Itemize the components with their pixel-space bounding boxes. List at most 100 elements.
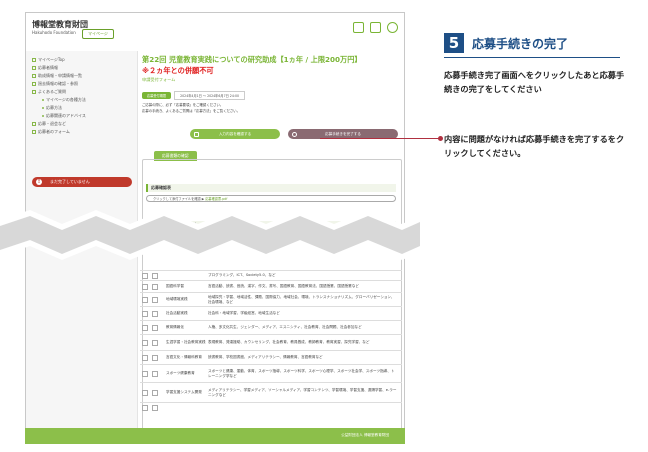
row-category: 生涯学習・社会教育実践 bbox=[166, 340, 206, 345]
torn-divider bbox=[0, 210, 420, 260]
sidebar-item-label: 過去情報の確認・参照 bbox=[38, 81, 78, 86]
table-row: 生涯学習・社会教育実践 表現教育、発達援助、カウンセリング、社会教育、教員養成、教… bbox=[140, 334, 402, 350]
square-icon bbox=[32, 66, 36, 70]
row-checkbox[interactable] bbox=[152, 296, 158, 303]
row-checkbox[interactable] bbox=[152, 354, 158, 361]
home-icon[interactable] bbox=[353, 22, 364, 33]
brand-logo[interactable]: 博報堂教育財団 bbox=[32, 19, 88, 30]
file-row-confirmation[interactable]: クリックして添付ファイルを確認 ▶ 応募確認票.pdf bbox=[146, 195, 396, 202]
complete-button-label: 応募手続きを完了する bbox=[325, 132, 361, 136]
section-confirmation: 応募確認表 bbox=[146, 184, 396, 192]
page-note: ※２ヵ年との併願不可 bbox=[142, 66, 214, 75]
table-row: 社会活動実践 社会科・地域学習、学級経営、地域生活など bbox=[140, 306, 402, 320]
bullet-icon bbox=[42, 115, 44, 117]
topbar: 博報堂教育財団 Hakuhodo Foundation マイページ bbox=[26, 13, 404, 51]
step-number: 5 bbox=[444, 33, 464, 53]
sidebar-item-label: 応募方法 bbox=[46, 105, 62, 110]
row-category: 言語文化・情報科教育 bbox=[166, 355, 202, 360]
sidebar-item[interactable]: 応募関連のアドバイス bbox=[26, 112, 137, 120]
row-checkbox[interactable] bbox=[142, 272, 148, 279]
table-row: 言語文化・情報科教育 読書教育、学校図書館、メディアリテラシー、情報教育、言語教育… bbox=[140, 350, 402, 364]
row-checkbox[interactable] bbox=[142, 310, 148, 317]
row-category: スポーツ健康教育 bbox=[166, 371, 195, 376]
check-circle-icon bbox=[292, 131, 297, 137]
row-checkbox[interactable] bbox=[152, 404, 158, 411]
sidebar-item[interactable]: マイページTop bbox=[26, 56, 137, 64]
sidebar-item[interactable]: マイページの各種方法 bbox=[26, 96, 137, 104]
row-checkbox[interactable] bbox=[152, 310, 158, 317]
form-link[interactable]: 申請受付フォーム bbox=[142, 77, 175, 83]
row-checkbox[interactable] bbox=[142, 354, 148, 361]
row-checkbox[interactable] bbox=[142, 404, 148, 411]
row-keywords: メディアリテラシー、学習メディア、ソーシャルメディア、学習コンテンツ、学習環境、… bbox=[208, 387, 397, 397]
square-icon bbox=[32, 82, 36, 86]
row-checkbox[interactable] bbox=[152, 324, 158, 331]
sidebar-item[interactable]: よくあるご質問 bbox=[26, 88, 137, 96]
row-category: 学習支援システム開発 bbox=[166, 390, 202, 395]
row-checkbox[interactable] bbox=[152, 370, 158, 377]
instruction-text-1: 応募手続き完了画面へをクリックしたあと応募手続きの完了をしてください bbox=[444, 70, 625, 94]
step-title: 応募手続きの完了 bbox=[472, 36, 569, 51]
square-icon bbox=[32, 58, 36, 62]
row-checkbox[interactable] bbox=[152, 283, 158, 290]
row-keywords: 表現教育、発達援助、カウンセリング、社会教育、教員養成、教師教育、教育実習、探究… bbox=[208, 340, 370, 345]
footer-text: 公益財団法人 博報堂教育財団 bbox=[341, 433, 389, 437]
square-icon bbox=[32, 74, 36, 78]
brand-subtitle: Hakuhodo Foundation bbox=[32, 30, 76, 35]
row-checkbox[interactable] bbox=[152, 339, 158, 346]
table-row: スポーツ健康教育 スポーツと健康、運動、体育、スポーツ指導、スポーツ科学、スポーツ… bbox=[140, 364, 402, 382]
square-icon bbox=[32, 90, 36, 94]
top-icons bbox=[353, 22, 398, 33]
row-keywords: プログラミング、ICT、Society5.0、など bbox=[208, 273, 276, 278]
row-checkbox[interactable] bbox=[142, 339, 148, 346]
instruction-text-2: 内容に問題がなければ応募手続きを完了するをクリックしてください。 bbox=[444, 134, 625, 158]
sidebar-item[interactable]: 応募方法 bbox=[26, 104, 137, 112]
sidebar-item[interactable]: 助成情報・申請情報一覧 bbox=[26, 72, 137, 80]
info-line-1: ご応募の際に、必ず「応募要項」をご確認ください。 bbox=[142, 103, 224, 107]
table-row: 地域環境実践 地域探究・学習、地域活性、課題、国際協力、地域社会、環境、トランスナ… bbox=[140, 292, 402, 306]
sidebar-item[interactable]: 応募者情報 bbox=[26, 64, 137, 72]
incomplete-alert-button[interactable]: ! まだ完了していません bbox=[32, 177, 132, 187]
help-icon[interactable] bbox=[387, 22, 398, 33]
step-underline bbox=[444, 57, 620, 58]
sidebar-list: マイページTop 応募者情報 助成情報・申請情報一覧 過去情報の確認・参照 よくあるご質… bbox=[26, 56, 137, 136]
row-category: 社会活動実践 bbox=[166, 311, 188, 316]
row-keywords: 人権、多文化共生、ジェンダー、メディア、エスニシティ、社会教育、社会問題、社会参… bbox=[208, 325, 362, 330]
sidebar-item-label: よくあるご質問 bbox=[38, 89, 66, 94]
sidebar-item[interactable]: 過去情報の確認・参照 bbox=[26, 80, 137, 88]
sidebar-item-label: 応募関連のアドバイス bbox=[46, 113, 86, 118]
bullet-icon bbox=[42, 107, 44, 109]
row-keywords: スポーツと健康、運動、体育、スポーツ指導、スポーツ科学、スポーツ心理学、スポーツ… bbox=[208, 368, 395, 378]
confirm-button[interactable]: 入力内容を確認する bbox=[190, 129, 280, 139]
sidebar-item-label: マイページTop bbox=[38, 57, 65, 62]
row-keywords: 言語活動、読書、音読、漢字、作文、書写、国語教育、国語教育法、国語授業、国語授業… bbox=[208, 284, 359, 289]
sidebar-item-label: マイページの各種方法 bbox=[46, 97, 86, 102]
document-icon bbox=[194, 131, 199, 137]
row-checkbox[interactable] bbox=[152, 389, 158, 396]
sidebar-item[interactable]: 応募者のフォーム bbox=[26, 128, 137, 136]
row-keywords: 地域探究・学習、地域活性、課題、国際協力、地域社会、環境、トランスナショナリズム… bbox=[208, 294, 395, 304]
alert-label: まだ完了していません bbox=[50, 179, 90, 184]
row-checkbox[interactable] bbox=[142, 389, 148, 396]
bullet-icon bbox=[42, 99, 44, 101]
row-checkbox[interactable] bbox=[142, 296, 148, 303]
row-keywords: 社会科・地域学習、学級経営、地域生活など bbox=[208, 311, 280, 316]
sidebar-item[interactable]: 応募・退会など bbox=[26, 120, 137, 128]
row-checkbox[interactable] bbox=[152, 272, 158, 279]
table-row: 教育情報化 人権、多文化共生、ジェンダー、メディア、エスニシティ、社会教育、社会問… bbox=[140, 320, 402, 334]
sidebar-item-label: 応募・退会など bbox=[38, 121, 66, 126]
row-checkbox[interactable] bbox=[142, 370, 148, 377]
period-badge: 応募受付期間 bbox=[142, 92, 172, 99]
callout-line bbox=[320, 138, 440, 139]
callout-dot bbox=[438, 136, 443, 141]
confirm-button-label: 入力内容を確認する bbox=[218, 132, 252, 136]
message-icon[interactable] bbox=[370, 22, 381, 33]
file-link[interactable]: 応募確認票.pdf bbox=[205, 197, 227, 201]
row-category: 教育情報化 bbox=[166, 325, 184, 330]
row-checkbox[interactable] bbox=[142, 324, 148, 331]
table-row: 学習支援システム開発 メディアリテラシー、学習メディア、ソーシャルメディア、学習コ… bbox=[140, 382, 402, 402]
mypage-button[interactable]: マイページ bbox=[82, 29, 114, 39]
period-value: 2024年4月1日 ～ 2024年6月7日 24:00 bbox=[174, 91, 245, 100]
page-title: 第22回 児童教育実践についての研究助成【1ヵ年 / 上限200万円】 bbox=[142, 55, 362, 64]
row-checkbox[interactable] bbox=[142, 283, 148, 290]
